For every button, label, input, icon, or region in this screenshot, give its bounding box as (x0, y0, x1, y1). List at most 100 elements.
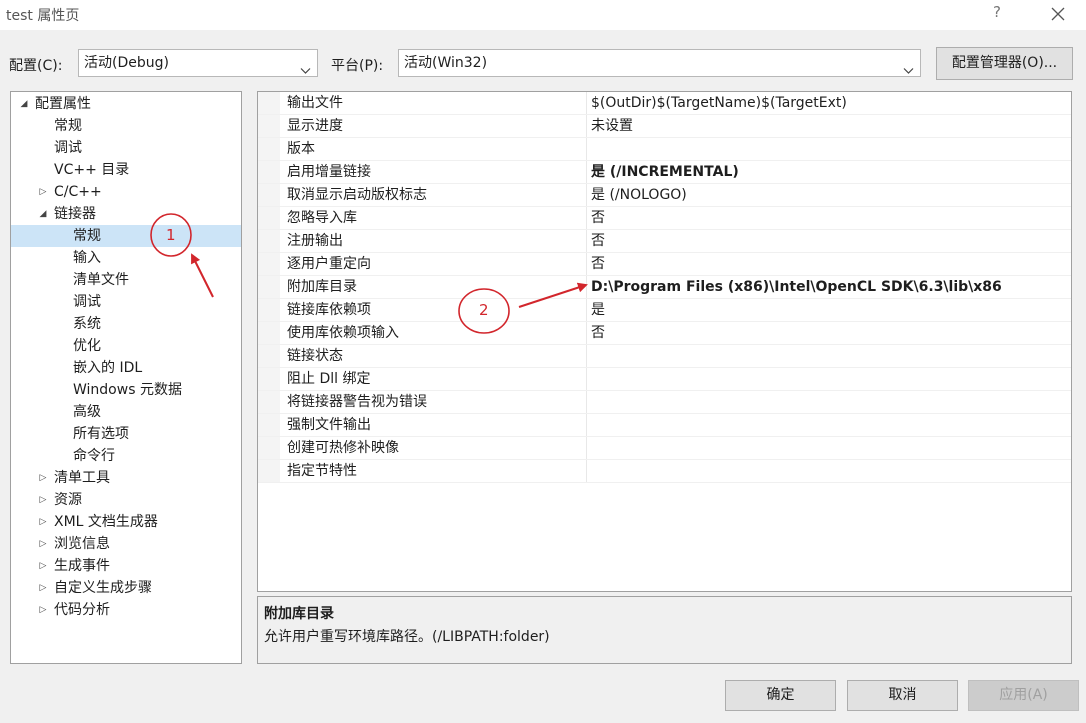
expand-arrow-icon[interactable]: ▷ (36, 489, 50, 511)
property-row[interactable]: 指定节特性 (258, 460, 1071, 483)
tree-item-label: 代码分析 (54, 602, 110, 618)
tree-item[interactable]: 常规 (11, 225, 241, 247)
property-row[interactable]: 取消显示启动版权标志 是 (/NOLOGO) (258, 184, 1071, 207)
row-gutter (258, 92, 280, 114)
property-value[interactable]: 是 (/INCREMENTAL) (591, 161, 739, 183)
property-value[interactable]: 否 (591, 322, 605, 344)
tree-item-label: C/C++ (54, 184, 102, 200)
expand-arrow-icon[interactable]: ▷ (36, 181, 50, 203)
config-manager-button[interactable]: 配置管理器(O)... (936, 47, 1073, 80)
tree-item[interactable]: ▷ XML 文档生成器 (11, 511, 241, 533)
expand-arrow-icon[interactable]: ▷ (36, 533, 50, 555)
property-row[interactable]: 启用增量链接 是 (/INCREMENTAL) (258, 161, 1071, 184)
tree-item-label: 命令行 (73, 448, 115, 464)
platform-value: 活动(Win32) (404, 55, 488, 71)
platform-dropdown[interactable]: 活动(Win32) (398, 49, 921, 77)
expand-arrow-icon[interactable]: ▷ (36, 467, 50, 489)
property-name: 使用库依赖项输入 (287, 325, 399, 341)
property-value[interactable]: 未设置 (591, 115, 633, 137)
tree-item-label: Windows 元数据 (73, 382, 182, 398)
property-row[interactable]: 逐用户重定向 否 (258, 253, 1071, 276)
tree-item-label: 清单文件 (73, 272, 129, 288)
property-value[interactable]: 否 (591, 230, 605, 252)
tree-item[interactable]: 调试 (11, 291, 241, 313)
tree-item[interactable]: Windows 元数据 (11, 379, 241, 401)
property-row[interactable]: 附加库目录 D:\Program Files (x86)\Intel\OpenCL… (258, 276, 1071, 299)
tree-item[interactable]: 调试 (11, 137, 241, 159)
property-row[interactable]: 强制文件输出 (258, 414, 1071, 437)
property-row[interactable]: 链接状态 (258, 345, 1071, 368)
cancel-button[interactable]: 取消 (847, 680, 958, 711)
tree-item-label: 自定义生成步骤 (54, 580, 152, 596)
tree-item[interactable]: ▷ 清单工具 (11, 467, 241, 489)
tree-item[interactable]: ▷ 生成事件 (11, 555, 241, 577)
property-value[interactable]: 是 (/NOLOGO) (591, 184, 687, 206)
expand-arrow-icon[interactable]: ▷ (36, 555, 50, 577)
tree-item[interactable]: ▷ 自定义生成步骤 (11, 577, 241, 599)
property-name: 创建可热修补映像 (287, 440, 399, 456)
property-row[interactable]: 将链接器警告视为错误 (258, 391, 1071, 414)
property-tree: ◢ 配置属性 常规 调试 VC++ 目录 ▷ C/C++ ◢ 链接器 常规 输入 清单文件 调试 系统 优化… (10, 91, 242, 664)
config-label: 配置(C): (9, 58, 63, 74)
property-row[interactable]: 链接库依赖项 是 (258, 299, 1071, 322)
tree-item[interactable]: 优化 (11, 335, 241, 357)
tree-item-label: 优化 (73, 338, 101, 354)
chevron-down-icon (300, 58, 311, 84)
apply-button[interactable]: 应用(A) (968, 680, 1079, 711)
tree-item-label: 高级 (73, 404, 101, 420)
property-row[interactable]: 使用库依赖项输入 否 (258, 322, 1071, 345)
expand-arrow-icon[interactable]: ▷ (36, 599, 50, 621)
property-row[interactable]: 忽略导入库 否 (258, 207, 1071, 230)
property-name: 附加库目录 (287, 279, 357, 295)
property-name: 输出文件 (287, 95, 343, 111)
tree-item[interactable]: 清单文件 (11, 269, 241, 291)
tree-item[interactable]: 所有选项 (11, 423, 241, 445)
property-value[interactable]: D:\Program Files (x86)\Intel\OpenCL SDK\… (591, 276, 1002, 298)
row-gutter (258, 161, 280, 183)
tree-item[interactable]: 高级 (11, 401, 241, 423)
tree-item[interactable]: ▷ 代码分析 (11, 599, 241, 621)
row-gutter (258, 345, 280, 367)
property-row[interactable]: 阻止 Dll 绑定 (258, 368, 1071, 391)
tree-item-label: 生成事件 (54, 558, 110, 574)
tree-item[interactable]: VC++ 目录 (11, 159, 241, 181)
property-name: 版本 (287, 141, 315, 157)
collapse-arrow-icon[interactable]: ◢ (36, 203, 50, 225)
config-dropdown[interactable]: 活动(Debug) (78, 49, 318, 77)
tree-item-label: 常规 (54, 118, 82, 134)
property-row[interactable]: 创建可热修补映像 (258, 437, 1071, 460)
tree-item[interactable]: ▷ 资源 (11, 489, 241, 511)
property-name: 链接库依赖项 (287, 302, 371, 318)
tree-item-label: 嵌入的 IDL (73, 360, 143, 376)
property-row[interactable]: 显示进度 未设置 (258, 115, 1071, 138)
tree-item[interactable]: 系统 (11, 313, 241, 335)
property-value[interactable]: $(OutDir)$(TargetName)$(TargetExt) (591, 92, 847, 114)
collapse-arrow-icon[interactable]: ◢ (17, 93, 31, 115)
expand-arrow-icon[interactable]: ▷ (36, 511, 50, 533)
help-button[interactable]: ? (993, 3, 1001, 21)
property-value[interactable]: 否 (591, 253, 605, 275)
tree-item[interactable]: ◢ 链接器 (11, 203, 241, 225)
tree-item[interactable]: ◢ 配置属性 (11, 93, 241, 115)
tree-item-label: 资源 (54, 492, 82, 508)
property-row[interactable]: 注册输出 否 (258, 230, 1071, 253)
tree-item[interactable]: ▷ C/C++ (11, 181, 241, 203)
tree-item[interactable]: 嵌入的 IDL (11, 357, 241, 379)
tree-item[interactable]: 输入 (11, 247, 241, 269)
tree-item[interactable]: 命令行 (11, 445, 241, 467)
row-gutter (258, 391, 280, 413)
row-gutter (258, 138, 280, 160)
tree-item[interactable]: 常规 (11, 115, 241, 137)
property-value[interactable]: 是 (591, 299, 605, 321)
property-row[interactable]: 输出文件 $(OutDir)$(TargetName)$(TargetExt) (258, 92, 1071, 115)
row-gutter (258, 460, 280, 482)
ok-button[interactable]: 确定 (725, 680, 836, 711)
tree-item[interactable]: ▷ 浏览信息 (11, 533, 241, 555)
property-value[interactable]: 否 (591, 207, 605, 229)
expand-arrow-icon[interactable]: ▷ (36, 577, 50, 599)
close-icon[interactable] (1046, 2, 1070, 26)
row-gutter (258, 299, 280, 321)
tree-item-label: 所有选项 (73, 426, 129, 442)
property-row[interactable]: 版本 (258, 138, 1071, 161)
tree-item-label: 系统 (73, 316, 101, 332)
